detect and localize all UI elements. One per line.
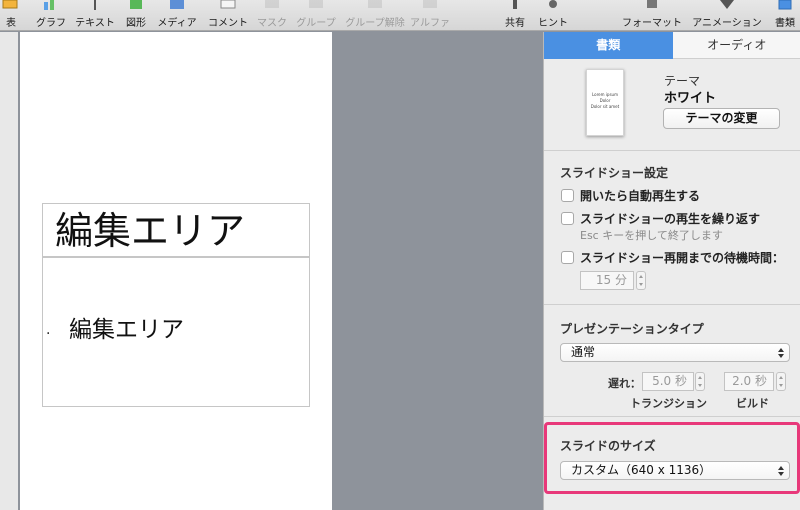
format-icon (647, 0, 657, 8)
toolbar-label: ヒント (538, 18, 568, 29)
chart-icon (44, 0, 54, 10)
select-arrows-icon (778, 464, 785, 477)
toolbar-share-button[interactable]: 共有 (502, 0, 528, 31)
idle-minutes-field[interactable]: 15 分 (580, 271, 634, 290)
slide-canvas: 編集エリア · 編集エリア (0, 32, 543, 510)
build-delay-field[interactable]: 2.0 秒 (724, 372, 774, 391)
toolbar-tips-button[interactable]: ヒント (536, 0, 570, 31)
toolbar-ungroup-button[interactable]: グループ解除 (344, 0, 406, 31)
autoplay-label: 開いたら自動再生する (580, 189, 701, 203)
toolbar-chart-button[interactable]: グラフ (32, 0, 70, 31)
media-icon (170, 0, 184, 9)
toolbar-label: フォーマット (622, 18, 682, 29)
toolbar-label: コメント (208, 18, 248, 29)
mask-icon (265, 0, 279, 8)
ungroup-icon (368, 0, 382, 8)
toolbar-label: アニメーション (692, 18, 762, 29)
table-icon (2, 0, 18, 9)
body-placeholder[interactable]: · 編集エリア (42, 257, 310, 407)
thumbnail-line: Dolor sit amet (590, 104, 620, 109)
toolbar-group-button[interactable]: グループ (294, 0, 338, 31)
toolbar-media-button[interactable]: メディア (155, 0, 199, 31)
build-label: ビルド (736, 397, 769, 410)
tab-document[interactable]: 書類 (544, 32, 673, 59)
toolbar-comment-button[interactable]: コメント (205, 0, 251, 31)
document-icon (778, 0, 792, 10)
toolbar-shape-button[interactable]: 図形 (121, 0, 151, 31)
slide-size-title: スライドのサイズ (560, 439, 656, 453)
title-placeholder[interactable]: 編集エリア (42, 203, 310, 257)
toolbar-mask-button[interactable]: マスク (256, 0, 288, 31)
transition-delay-stepper[interactable] (695, 372, 705, 391)
presentation-type-select[interactable]: 通常 (560, 343, 790, 362)
slide-navigator-strip[interactable] (0, 32, 18, 510)
slide-size-highlight (544, 422, 800, 494)
toolbar-label: メディア (157, 18, 197, 29)
group-icon (309, 0, 323, 8)
loop-row[interactable]: スライドショーの再生を繰り返す (561, 210, 760, 227)
slide-title[interactable]: 編集エリア (55, 204, 245, 258)
toolbar-label: 図形 (126, 18, 146, 29)
slide-size-select[interactable]: カスタム（640 x 1136） (560, 461, 790, 480)
delay-label: 遅れ： (608, 377, 641, 390)
toolbar-animation-button[interactable]: アニメーション (690, 0, 764, 31)
toolbar-text-button[interactable]: テキスト (72, 0, 118, 31)
toolbar-label: 共有 (505, 18, 525, 29)
thumbnail-line: Lorem ipsum (592, 92, 618, 97)
divider (544, 304, 800, 305)
document-inspector: 書類 オーディオ Lorem ipsum Dolor Dolor sit ame… (543, 32, 800, 510)
transition-label: トランジション (630, 397, 707, 410)
thumbnail-line: Dolor (599, 98, 611, 103)
slide[interactable]: 編集エリア · 編集エリア (20, 32, 332, 510)
presentation-type-value: 通常 (571, 345, 596, 359)
tab-audio[interactable]: オーディオ (672, 32, 800, 59)
toolbar-label: 表 (6, 18, 16, 29)
build-delay-stepper[interactable] (776, 372, 786, 391)
loop-label: スライドショーの再生を繰り返す (580, 212, 761, 226)
toolbar-label: アルファ (410, 18, 450, 29)
comment-icon (220, 0, 236, 9)
loop-checkbox[interactable] (561, 212, 574, 225)
toolbar-label: グループ (296, 18, 336, 29)
idle-minutes-stepper[interactable] (636, 271, 646, 290)
loop-hint: Esc キーを押して終了します (580, 229, 723, 242)
share-icon (513, 0, 517, 9)
idle-row[interactable]: スライドショー再開までの待機時間： (561, 249, 784, 266)
text-icon (94, 0, 96, 10)
alpha-icon (423, 0, 437, 8)
idle-checkbox[interactable] (561, 251, 574, 264)
toolbar-document-button[interactable]: 書類 (772, 0, 798, 31)
tips-icon (549, 0, 557, 8)
presentation-type-title: プレゼンテーションタイプ (560, 322, 704, 336)
slide-body-text[interactable]: 編集エリア (69, 316, 184, 344)
toolbar-format-button[interactable]: フォーマット (622, 0, 682, 31)
autoplay-row[interactable]: 開いたら自動再生する (561, 187, 700, 204)
theme-name: ホワイト (664, 91, 717, 106)
inspector-tabs: 書類 オーディオ (544, 32, 800, 59)
slide-size-value: カスタム（640 x 1136） (571, 463, 712, 477)
change-theme-button[interactable]: テーマの変更 (663, 108, 780, 129)
autoplay-checkbox[interactable] (561, 189, 574, 202)
theme-thumbnail: Lorem ipsum Dolor Dolor sit amet (586, 69, 624, 136)
animation-icon (720, 0, 734, 9)
toolbar-label: テキスト (75, 18, 115, 29)
toolbar-table-button[interactable]: 表 (0, 0, 22, 31)
toolbar-label: グラフ (36, 18, 66, 29)
toolbar-label: グループ解除 (345, 18, 405, 29)
toolbar-alpha-button[interactable]: アルファ (410, 0, 450, 31)
bullet-marker: · (46, 326, 51, 342)
divider (544, 150, 800, 151)
toolbar-label: 書類 (775, 18, 795, 29)
divider (544, 416, 800, 417)
toolbar-label: マスク (257, 18, 287, 29)
transition-delay-field[interactable]: 5.0 秒 (642, 372, 694, 391)
select-arrows-icon (778, 346, 785, 359)
slideshow-settings-title: スライドショー設定 (560, 166, 669, 180)
idle-label: スライドショー再開までの待機時間： (580, 251, 785, 265)
shape-icon (130, 0, 142, 9)
toolbar: 表 グラフ テキスト 図形 メディア コメント マスク グループ グループ解除 … (0, 0, 800, 31)
